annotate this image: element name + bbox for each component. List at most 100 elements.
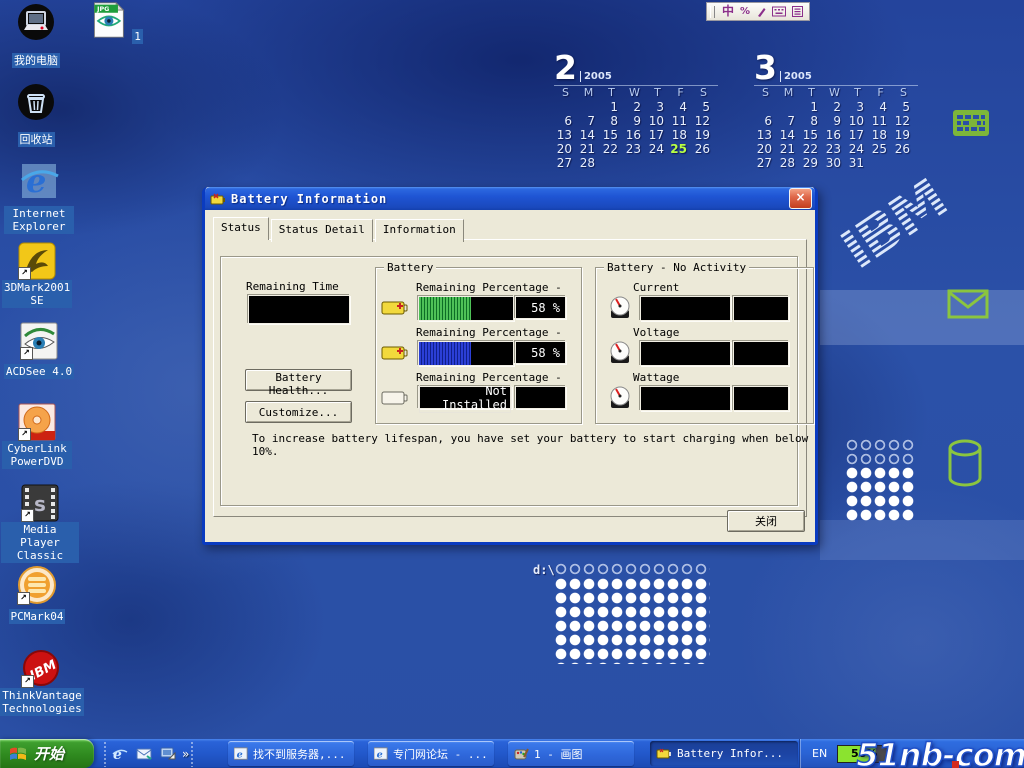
- desktop-icon-my-computer[interactable]: 我的电脑: [0, 3, 72, 68]
- drive-label: d:\: [533, 563, 555, 577]
- shortcut-arrow-icon: ↗: [21, 675, 34, 688]
- calendar-year: 2005: [780, 71, 812, 82]
- desktop-icon-label: CyberLink PowerDVD: [2, 441, 72, 469]
- task-button-battery-information[interactable]: Battery Infor...: [650, 741, 798, 766]
- tab-status-detail[interactable]: Status Detail: [271, 219, 373, 242]
- ime-grip[interactable]: [710, 6, 715, 18]
- shortcut-arrow-icon: ↗: [18, 267, 31, 280]
- ime-mode-indicator[interactable]: 中: [722, 4, 734, 19]
- quicklaunch-mail-icon[interactable]: [134, 744, 154, 764]
- shortcut-arrow-icon: ↗: [18, 428, 31, 441]
- close-window-button[interactable]: ×: [789, 188, 812, 209]
- ime-pen-icon[interactable]: [756, 6, 766, 18]
- svg-text:e: e: [377, 749, 383, 760]
- battery2-progressbar: [418, 341, 514, 366]
- battery3-not-installed: Not Installed: [418, 386, 512, 409]
- recycle-bin-icon: [15, 82, 57, 124]
- desktop: IBM d:\ 2 2005 SMTWTFS 12345678910111213…: [0, 0, 1024, 768]
- tab-strip: Status Status Detail Information: [213, 217, 466, 240]
- desktop-icon-label: 1: [132, 29, 143, 44]
- calendar-year: 2005: [580, 71, 612, 82]
- desktop-icon-pcmark04[interactable]: ↗ PCMark04: [0, 565, 74, 624]
- remaining-time-label: Remaining Time: [246, 280, 339, 293]
- system-tray: EN 58%: [799, 739, 1024, 768]
- shortcut-arrow-icon: ↗: [17, 592, 30, 605]
- my-computer-icon: [15, 3, 57, 45]
- wattage-display-2: [733, 386, 789, 411]
- desktop-icon-jpg-file[interactable]: JPG 1: [86, 0, 146, 44]
- calendar-day-headers: SMTWTFS: [754, 86, 918, 100]
- battery1-percentage-value: 58 %: [515, 296, 566, 319]
- gauge-icon: [609, 341, 631, 365]
- battery-charging-icon: [381, 344, 410, 362]
- close-dialog-button[interactable]: 关闭: [727, 510, 805, 532]
- calendar-month-number: 3: [754, 53, 777, 83]
- status-tab-page: Remaining Time Battery Health... Customi…: [213, 239, 807, 517]
- task-button-label: Battery Infor...: [677, 747, 783, 760]
- desktop-icon-label: ACDSee 4.0: [4, 364, 74, 379]
- quicklaunch-ie-icon[interactable]: e: [110, 744, 130, 764]
- wallpaper-band: [820, 290, 1024, 345]
- taskbar: 开始 e » e 找不到服务器,... e 专门网论坛 - ...: [0, 739, 1024, 768]
- tray-battery-meter[interactable]: 58%: [837, 745, 891, 763]
- desktop-icon-label: Internet Explorer: [4, 206, 74, 234]
- desktop-icon-3dmark2001[interactable]: ↗ 3DMark2001 SE: [0, 242, 74, 308]
- battery3-empty-value: [515, 386, 566, 409]
- battery-charging-icon: [381, 299, 410, 317]
- battery-window-icon: [210, 192, 226, 206]
- task-button-label: 1 - 画图: [534, 746, 583, 762]
- dot-grid-center: [554, 562, 710, 664]
- desktop-icon-label: 我的电脑: [12, 53, 60, 68]
- language-indicator[interactable]: EN: [812, 747, 827, 760]
- desktop-icon-powerdvd[interactable]: ↗ CyberLink PowerDVD: [0, 403, 74, 469]
- task-button-server-not-found[interactable]: e 找不到服务器,...: [228, 741, 354, 766]
- svg-text:JPG: JPG: [96, 6, 109, 13]
- ime-menu-icon[interactable]: [792, 6, 803, 17]
- svg-text:e: e: [113, 747, 122, 762]
- jpg-file-icon: JPG: [89, 0, 127, 40]
- battery-groupbox: Battery Remaining Percentage - 58 % Rema…: [375, 267, 582, 424]
- taskbar-divider: [104, 742, 106, 767]
- envelope-icon: [947, 288, 989, 320]
- calendar-dates: 1234567891011121314151617181920212223242…: [554, 100, 718, 170]
- ime-fullwidth-icon[interactable]: %: [740, 4, 750, 19]
- paint-icon: [514, 747, 529, 761]
- start-button[interactable]: 开始: [0, 739, 94, 768]
- desktop-icon-acdsee[interactable]: ↗ ACDSee 4.0: [0, 322, 78, 379]
- ime-language-bar[interactable]: 中 %: [706, 2, 810, 21]
- calendar-day-headers: SMTWTFS: [554, 86, 718, 100]
- battery-group-title: Battery: [384, 261, 436, 274]
- ie-icon: e: [374, 747, 388, 761]
- desktop-icon-media-player-classic[interactable]: s ↗ Media Player Classic: [0, 484, 80, 563]
- start-button-label: 开始: [34, 743, 64, 764]
- quicklaunch-show-desktop-icon[interactable]: [158, 744, 178, 764]
- activity-group-title: Battery - No Activity: [604, 261, 749, 274]
- window-titlebar[interactable]: Battery Information ×: [205, 187, 815, 210]
- desktop-icon-label: Media Player Classic: [1, 522, 79, 563]
- remaining-percentage-label: Remaining Percentage -: [416, 326, 562, 339]
- tab-information[interactable]: Information: [375, 219, 464, 242]
- battery-health-button[interactable]: Battery Health...: [245, 369, 352, 391]
- voltage-label: Voltage: [633, 326, 679, 339]
- desktop-icon-thinkvantage[interactable]: IBM ↗ ThinkVantage Technologies: [0, 648, 82, 716]
- desktop-icon-internet-explorer[interactable]: e Internet Explorer: [2, 160, 76, 234]
- ime-keyboard-icon[interactable]: [772, 6, 786, 17]
- current-display: [640, 296, 731, 321]
- battery2-progress-fill: [419, 342, 471, 365]
- gauge-icon: [609, 386, 631, 410]
- calendar-march: 3 2005 SMTWTFS 1234567891011121314151617…: [754, 53, 918, 170]
- desktop-icon-recycle-bin[interactable]: 回收站: [0, 82, 72, 147]
- quicklaunch-overflow-chevron[interactable]: »: [182, 747, 189, 761]
- internet-explorer-icon: e: [18, 160, 60, 202]
- tab-status[interactable]: Status: [213, 217, 269, 240]
- dot-grid-right: [845, 438, 915, 522]
- windows-flag-icon: [8, 744, 28, 764]
- ibm-logo: IBM: [829, 167, 957, 283]
- task-button-forum[interactable]: e 专门网论坛 - ...: [368, 741, 494, 766]
- customize-button[interactable]: Customize...: [245, 401, 352, 423]
- task-button-paint[interactable]: 1 - 画图: [508, 741, 634, 766]
- battery2-percentage-value: 58 %: [515, 341, 566, 364]
- calendar-dates: 1234567891011121314151617181920212223242…: [754, 100, 918, 170]
- remaining-percentage-label: Remaining Percentage -: [416, 281, 562, 294]
- database-cylinder-icon: [944, 438, 986, 488]
